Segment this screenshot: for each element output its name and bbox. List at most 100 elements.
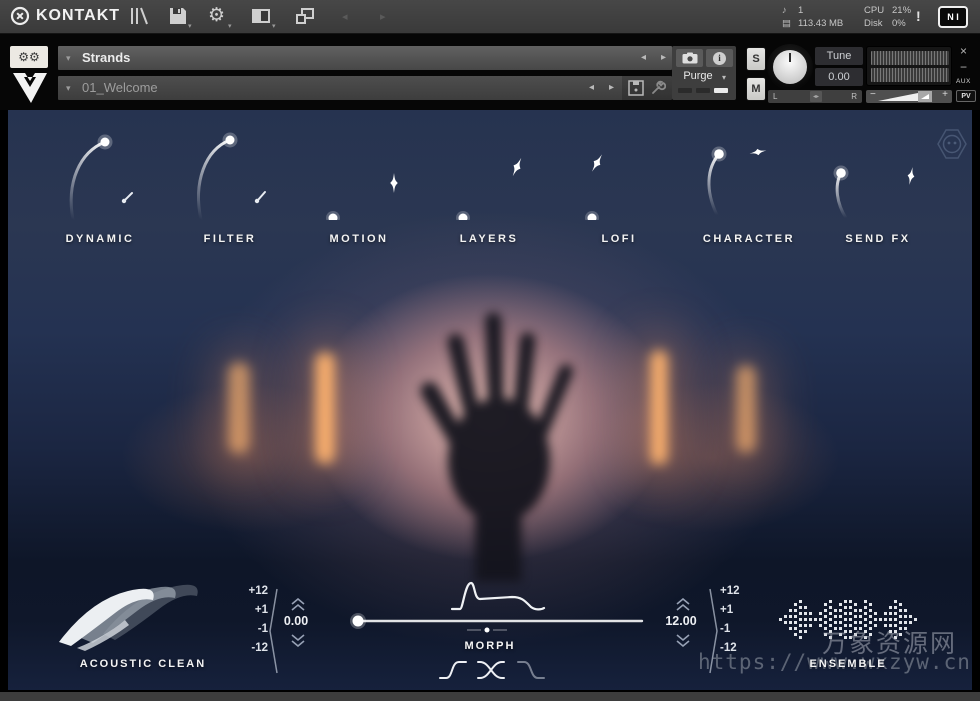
close-icon[interactable]: × xyxy=(960,44,967,58)
knob-lofi[interactable] xyxy=(575,150,675,220)
warning-icon[interactable]: ! xyxy=(916,8,921,24)
layer-b-label[interactable]: ENSEMBLE xyxy=(777,658,919,670)
pitch-up-left-icon[interactable] xyxy=(290,598,306,611)
level-meters xyxy=(866,46,952,86)
purge-label[interactable]: Purge xyxy=(676,70,720,82)
instrument-prev-icon[interactable]: ◂ xyxy=(589,82,594,93)
knob-filter[interactable] xyxy=(185,128,275,228)
lamp-glow xyxy=(315,352,335,464)
eq-logo-bar xyxy=(799,600,802,640)
memory-icon: ▤ xyxy=(782,17,798,30)
workspace-layout-icon[interactable] xyxy=(250,6,272,26)
instrument-tools-zone xyxy=(622,76,672,100)
morph-mode-cross-icon xyxy=(478,662,504,678)
layer-a-label[interactable]: ACOUSTIC CLEAN xyxy=(45,658,241,670)
knob-sendfx[interactable] xyxy=(820,150,930,225)
eq-logo-bar xyxy=(804,606,807,634)
pan-handle[interactable]: ◂▸ xyxy=(810,91,822,102)
lamp-glow xyxy=(736,365,756,453)
ni-logo-glyph: N I xyxy=(940,8,966,26)
eq-logo-bar xyxy=(789,609,792,631)
settings-caret-icon[interactable]: ▾ xyxy=(228,22,232,30)
scale-tick: +1 xyxy=(720,603,760,617)
pan-slider[interactable]: L R ◂▸ xyxy=(768,90,862,103)
knob-label-filter: FILTER xyxy=(162,233,298,245)
acoustic-clean-logo xyxy=(55,576,230,656)
morph-mode-icons[interactable] xyxy=(436,656,556,684)
mute-button[interactable]: M xyxy=(746,77,766,101)
tune-label-box: Tune xyxy=(815,47,863,65)
browser-panel-icon[interactable] xyxy=(128,6,150,26)
knob-layers[interactable] xyxy=(445,150,545,220)
save-caret-icon[interactable]: ▾ xyxy=(188,22,192,30)
instrument-header-strip[interactable]: ▾ 01_Welcome ◂ ▸ xyxy=(58,76,672,100)
knob-label-dynamic: DYNAMIC xyxy=(32,233,168,245)
settings-gear-icon[interactable]: ⚙ xyxy=(208,4,225,27)
morph-label: MORPH xyxy=(435,640,545,652)
pan-right-label: R xyxy=(851,92,857,101)
knob-motion[interactable] xyxy=(315,150,415,220)
disk-label: Disk xyxy=(864,17,892,30)
multi-header-strip[interactable]: ▾ Strands ◂ ▸ xyxy=(58,46,672,70)
knob-label-motion: MOTION xyxy=(291,233,427,245)
knob-label-character: CHARACTER xyxy=(681,233,817,245)
voices-icon: ♪ xyxy=(782,4,798,17)
instrument-collapse-icon[interactable]: ▾ xyxy=(66,83,71,94)
scale-tick: -12 xyxy=(232,641,268,655)
eq-logo-bar xyxy=(809,612,812,628)
kontakt-brand: KONTAKT xyxy=(10,6,120,26)
snapshot-camera-button[interactable] xyxy=(676,49,703,67)
instrument-next-icon[interactable]: ▸ xyxy=(609,82,614,93)
morph-mode-fall-icon xyxy=(518,662,544,678)
knob-character[interactable] xyxy=(695,140,805,230)
aux-label[interactable]: AUX xyxy=(956,78,971,85)
pitch-down-left-icon[interactable] xyxy=(290,634,306,647)
pitch-down-right-icon[interactable] xyxy=(675,634,691,647)
volume-slider[interactable]: − + xyxy=(866,90,952,103)
scale-tick: +12 xyxy=(232,584,268,598)
knob-label-lofi: LOFI xyxy=(551,233,687,245)
disk-value: 0% xyxy=(892,17,906,30)
multi-collapse-icon[interactable]: ▾ xyxy=(66,53,71,64)
eq-logo-bar xyxy=(814,618,817,622)
hexagon-settings-icon[interactable] xyxy=(934,126,970,162)
multi-rack-button[interactable]: ⚙⚙ xyxy=(10,46,48,68)
detach-window-icon[interactable] xyxy=(294,6,316,26)
pv-button[interactable]: PV xyxy=(956,90,976,102)
layout-caret-icon[interactable]: ▾ xyxy=(272,22,276,30)
eq-logo-bar xyxy=(879,618,882,622)
pitch-value-left[interactable]: 0.00 xyxy=(260,614,332,628)
knob-dynamic[interactable] xyxy=(60,130,150,230)
cpu-value: 21% xyxy=(892,4,911,17)
solo-button[interactable]: S xyxy=(746,47,766,71)
tune-value-box[interactable]: 0.00 xyxy=(815,68,863,86)
pitch-scale-right: +12 +1 -1 -12 xyxy=(720,584,760,655)
tune-knob[interactable] xyxy=(767,44,813,90)
hand-silhouette xyxy=(405,276,593,612)
multi-prev-icon[interactable]: ◂ xyxy=(641,52,646,63)
tune-knob-pointer xyxy=(789,53,791,62)
cpu-label: CPU xyxy=(864,4,892,17)
save-icon[interactable] xyxy=(168,6,188,26)
undo-arrow-icon[interactable]: ◂ xyxy=(342,10,348,23)
memory-value: 113.43 MB xyxy=(798,17,864,30)
tune-knob-face xyxy=(773,50,807,84)
pan-left-label: L xyxy=(773,92,777,101)
top-menu-bar: KONTAKT ▾ ⚙ ▾ ▾ ◂ ▸ ♪ 1 CPU 2 xyxy=(0,0,980,34)
multi-next-icon[interactable]: ▸ xyxy=(661,52,666,63)
minimize-icon[interactable]: − xyxy=(960,60,967,74)
wrench-icon[interactable] xyxy=(650,80,666,96)
meter-segment xyxy=(696,88,710,93)
purge-caret-icon[interactable]: ▾ xyxy=(722,73,726,82)
redo-arrow-icon[interactable]: ▸ xyxy=(380,10,386,23)
volume-wedge xyxy=(866,90,952,103)
quicksave-icon[interactable] xyxy=(628,80,644,96)
pitch-bracket-left xyxy=(266,586,280,676)
ni-logo[interactable]: N I xyxy=(938,6,968,28)
instrument-stage: DYNAMIC FILTER MOTION LAYERS LOFI CHARAC… xyxy=(8,110,972,690)
pitch-up-right-icon[interactable] xyxy=(675,598,691,611)
eq-logo-bar xyxy=(784,615,787,625)
eq-logo-bar xyxy=(794,603,797,637)
info-button[interactable]: i xyxy=(706,49,733,67)
info-icon: i xyxy=(713,52,726,65)
